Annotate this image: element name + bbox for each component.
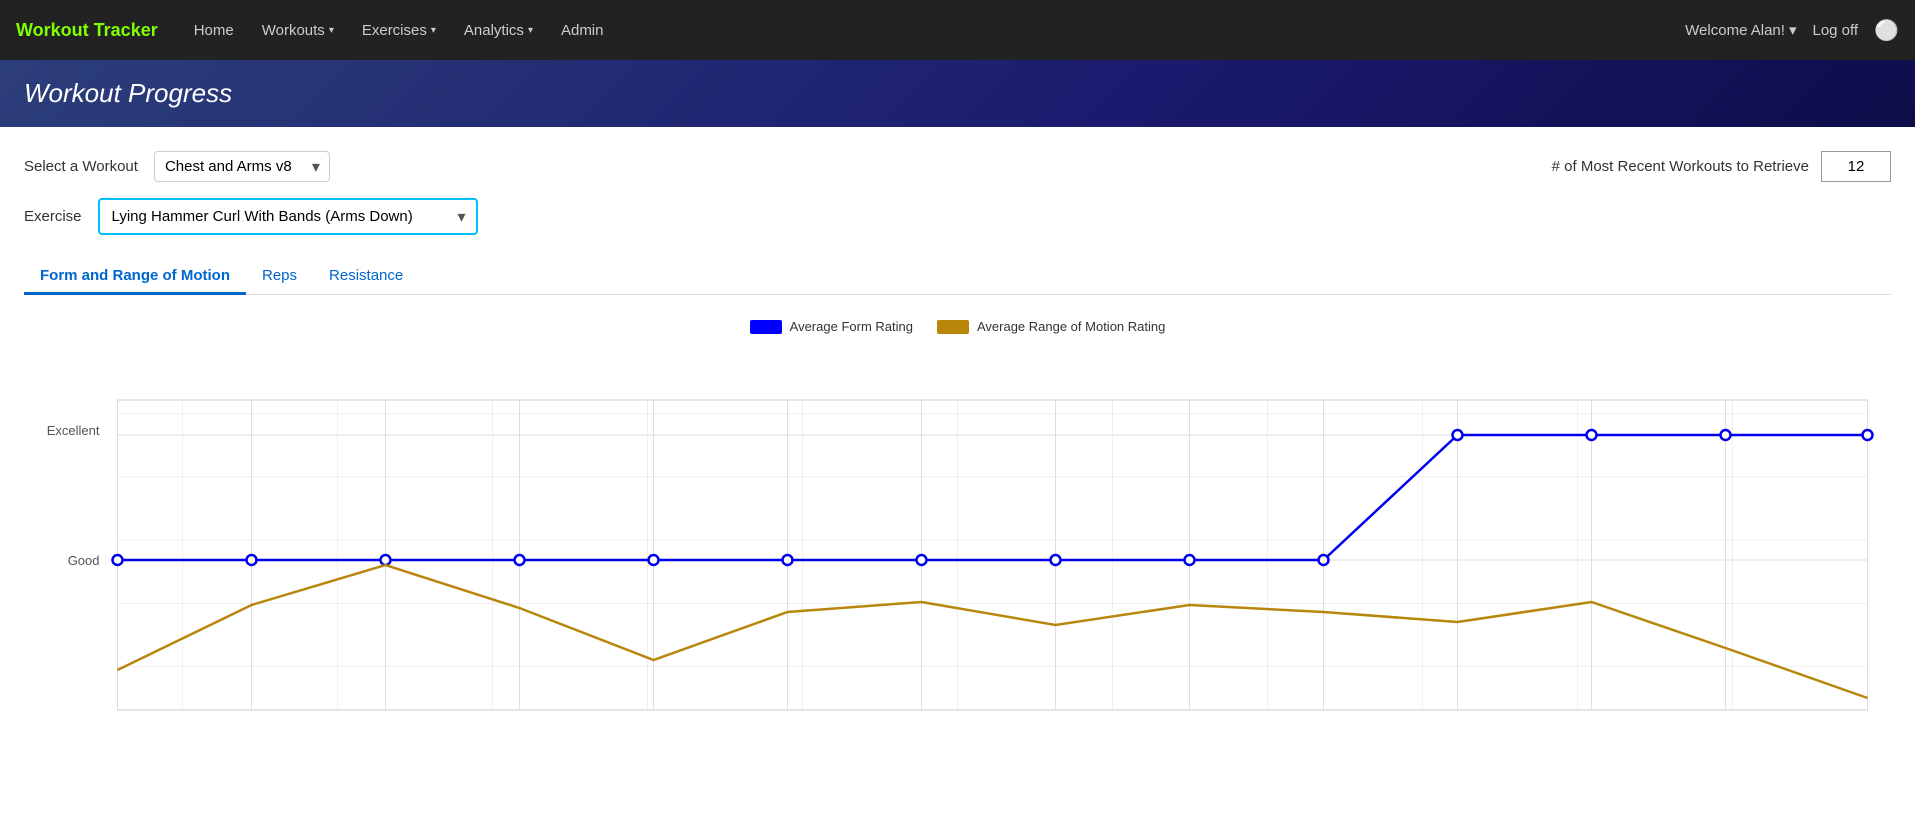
welcome-chevron-icon: ▾ [1789, 21, 1797, 39]
content-area: Select a Workout Chest and Arms v8 # of … [0, 127, 1915, 759]
chart-legend: Average Form Rating Average Range of Mot… [24, 319, 1891, 334]
form-point-3 [515, 555, 525, 565]
legend-blue-swatch [750, 320, 782, 334]
chart-svg: Excellent Good [24, 350, 1891, 730]
welcome-user[interactable]: Welcome Alan! ▾ [1685, 21, 1796, 39]
legend-rom-label: Average Range of Motion Rating [977, 319, 1165, 334]
nav-links: Home Workouts ▾ Exercises ▾ Analytics ▾ … [182, 14, 1685, 47]
logoff-link[interactable]: Log off [1812, 22, 1858, 39]
form-point-10 [1453, 430, 1463, 440]
form-point-6 [917, 555, 927, 565]
exercise-select-wrapper: Lying Hammer Curl With Bands (Arms Down) [98, 198, 478, 235]
tab-form-range[interactable]: Form and Range of Motion [24, 259, 246, 295]
form-point-13 [1863, 430, 1873, 440]
exercise-select[interactable]: Lying Hammer Curl With Bands (Arms Down) [98, 198, 478, 235]
form-point-4 [649, 555, 659, 565]
workouts-chevron-icon: ▾ [329, 25, 334, 36]
form-point-8 [1185, 555, 1195, 565]
form-point-9 [1319, 555, 1329, 565]
analytics-chevron-icon: ▾ [528, 25, 533, 36]
nav-exercises[interactable]: Exercises ▾ [350, 14, 448, 47]
workout-label: Select a Workout [24, 158, 138, 175]
nav-right: Welcome Alan! ▾ Log off ⚪ [1685, 18, 1899, 43]
nav-brand[interactable]: Workout Tracker [16, 20, 158, 41]
chart-container: Average Form Rating Average Range of Mot… [24, 319, 1891, 735]
exercise-label: Exercise [24, 208, 82, 225]
nav-analytics[interactable]: Analytics ▾ [452, 14, 545, 47]
nav-home[interactable]: Home [182, 14, 246, 47]
github-icon[interactable]: ⚪ [1874, 18, 1899, 43]
top-form-row: Select a Workout Chest and Arms v8 # of … [24, 151, 1891, 182]
recent-label: # of Most Recent Workouts to Retrieve [1552, 158, 1809, 175]
navbar: Workout Tracker Home Workouts ▾ Exercise… [0, 0, 1915, 60]
form-point-0 [113, 555, 123, 565]
legend-form-label: Average Form Rating [790, 319, 913, 334]
workout-select[interactable]: Chest and Arms v8 [154, 151, 330, 182]
page-header: Workout Progress [0, 60, 1915, 127]
form-point-2 [381, 555, 391, 565]
legend-gold-swatch [937, 320, 969, 334]
form-point-1 [247, 555, 257, 565]
legend-form-rating: Average Form Rating [750, 319, 913, 334]
page-title: Workout Progress [24, 78, 1891, 109]
exercise-form-row: Exercise Lying Hammer Curl With Bands (A… [24, 198, 1891, 235]
tab-resistance[interactable]: Resistance [313, 259, 419, 295]
form-point-5 [783, 555, 793, 565]
form-point-7 [1051, 555, 1061, 565]
tabs-container: Form and Range of Motion Reps Resistance [24, 259, 1891, 295]
recent-count-input[interactable] [1821, 151, 1891, 182]
legend-rom-rating: Average Range of Motion Rating [937, 319, 1165, 334]
form-point-11 [1587, 430, 1597, 440]
nav-admin[interactable]: Admin [549, 14, 616, 47]
nav-workouts[interactable]: Workouts ▾ [250, 14, 346, 47]
form-point-12 [1721, 430, 1731, 440]
exercises-chevron-icon: ▾ [431, 25, 436, 36]
tab-reps[interactable]: Reps [246, 259, 313, 295]
workout-select-wrapper: Chest and Arms v8 [154, 151, 330, 182]
y-label-excellent: Excellent [47, 423, 100, 438]
chart-svg-wrapper: Excellent Good [24, 350, 1891, 735]
y-label-good: Good [68, 553, 100, 568]
